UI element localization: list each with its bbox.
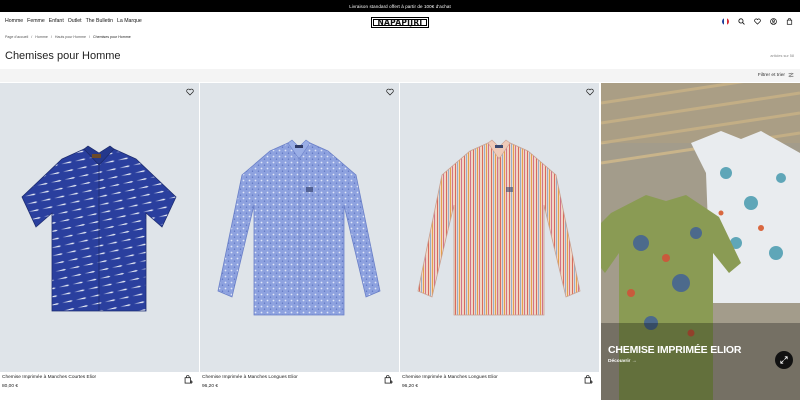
promo-expand-button[interactable] [775,351,793,369]
breadcrumb-separator: / [31,35,33,39]
product-name[interactable]: Chemise Imprimée à Manches Longues Elior [402,375,498,380]
product-image[interactable] [200,83,399,372]
add-to-bag-icon[interactable] [184,375,193,384]
brand-logo[interactable]: NAPAPIJRI [371,17,429,28]
breadcrumb-item-hauts[interactable]: Hauts pour Homme [55,35,86,39]
breadcrumb-separator: / [89,35,91,39]
add-to-bag-icon[interactable] [384,375,393,384]
main-nav: Homme Femme Enfant Outlet The Bulletin L… [5,18,142,24]
product-image[interactable] [0,83,199,372]
nav-item-la-marque[interactable]: La Marque [117,18,142,24]
flag-fr-icon[interactable] [721,17,730,26]
announcement-bar: Livraison standard offert à partir de 10… [0,0,800,12]
header-icons [721,17,794,26]
product-card[interactable]: Chemise Imprimée à Manches Longues Elior… [400,83,599,400]
add-to-bag-icon[interactable] [584,375,593,384]
product-name[interactable]: Chemise Imprimée à Manches Courtes Elior [2,375,96,380]
promo-link-label: Découvrir [608,359,631,364]
page-title: Chemises pour Homme [5,50,121,62]
promo-tile[interactable]: CHEMISE IMPRIMÉE ELIOR Découvrir → [601,83,800,400]
nav-item-femme[interactable]: Femme [27,18,45,24]
heart-icon[interactable] [386,88,394,96]
promo-title: CHEMISE IMPRIMÉE ELIOR [608,344,742,356]
breadcrumb-item-homme[interactable]: Homme [35,35,48,39]
product-card[interactable]: Chemise Imprimée à Manches Longues Elior… [200,83,399,400]
product-price: 80,00 € [2,384,19,389]
result-count: articles sur 58 [770,54,794,58]
nav-item-enfant[interactable]: Enfant [49,18,64,24]
announcement-text: Livraison standard offert à partir de 10… [349,3,451,9]
sliders-icon [788,72,794,78]
nav-item-bulletin[interactable]: The Bulletin [86,18,113,24]
product-image[interactable] [400,83,599,372]
account-icon[interactable] [769,17,778,26]
bag-icon[interactable] [785,17,794,26]
breadcrumb-item-home[interactable]: Page d'accueil [5,35,28,39]
heart-icon[interactable] [186,88,194,96]
brand-logo-text: NAPAPIJRI [377,18,423,27]
breadcrumb-item-current: Chemises pour Homme [93,35,131,39]
product-price: 96,20 € [402,384,419,389]
arrow-right-icon: → [631,359,637,364]
product-card[interactable]: Chemise Imprimée à Manches Courtes Elior… [0,83,199,400]
product-name[interactable]: Chemise Imprimée à Manches Longues Elior [202,375,298,380]
nav-item-homme[interactable]: Homme [5,18,23,24]
promo-discover-link[interactable]: Découvrir → [608,359,637,364]
heart-icon[interactable] [753,17,762,26]
breadcrumb-separator: / [50,35,52,39]
filter-label: Filtrer et trier [757,72,785,78]
filter-sort-button[interactable]: Filtrer et trier [758,72,794,78]
site-header: Homme Femme Enfant Outlet The Bulletin L… [0,12,800,32]
heart-icon[interactable] [586,88,594,96]
nav-item-outlet[interactable]: Outlet [68,18,82,24]
breadcrumb: Page d'accueil / Homme / Hauts pour Homm… [5,35,131,39]
expand-arrows-icon [780,356,788,364]
search-icon[interactable] [737,17,746,26]
filter-bar: Filtrer et trier [0,69,800,82]
product-price: 96,20 € [202,384,219,389]
